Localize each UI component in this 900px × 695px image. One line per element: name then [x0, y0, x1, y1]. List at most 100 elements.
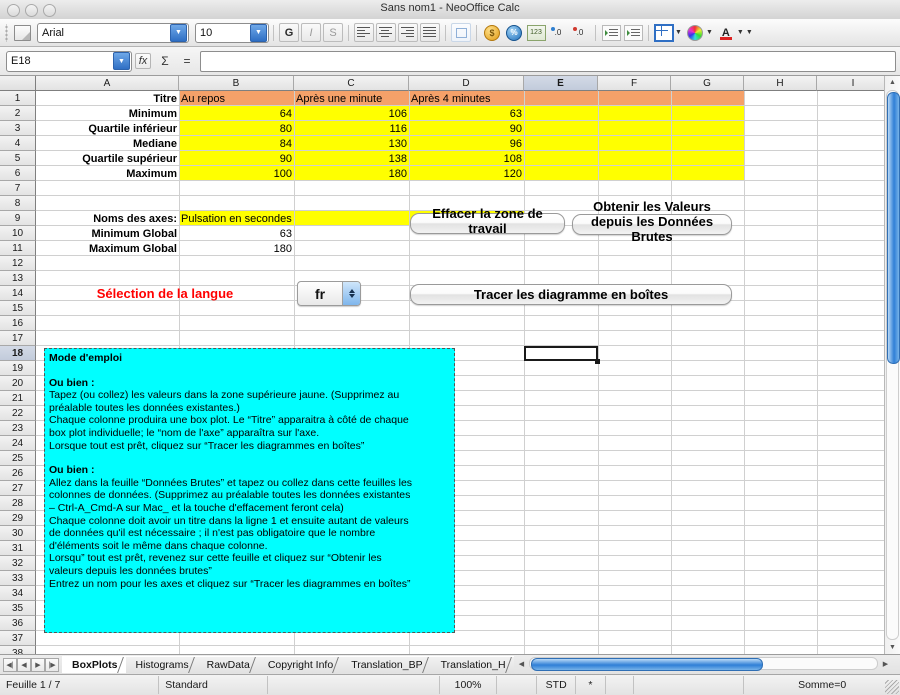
- column-header-g[interactable]: G: [671, 76, 744, 91]
- align-right-button[interactable]: [398, 23, 418, 42]
- row-header-19[interactable]: 19: [0, 361, 36, 376]
- vscroll-thumb[interactable]: [887, 92, 900, 364]
- row-header-2[interactable]: 2: [0, 106, 36, 121]
- italic-button[interactable]: I: [301, 23, 321, 42]
- sheet-tab-translation-h[interactable]: Translation_H: [431, 656, 514, 673]
- font-color-button[interactable]: A: [716, 23, 736, 42]
- column-header-c[interactable]: C: [294, 76, 409, 91]
- sheet-tab-rawdata[interactable]: RawData: [197, 656, 258, 673]
- cell-A4[interactable]: Mediane: [36, 136, 179, 151]
- row-header-8[interactable]: 8: [0, 196, 36, 211]
- row-header-3[interactable]: 3: [0, 121, 36, 136]
- row-header-6[interactable]: 6: [0, 166, 36, 181]
- row-header-31[interactable]: 31: [0, 541, 36, 556]
- column-header-i[interactable]: I: [817, 76, 890, 91]
- status-selection-mode[interactable]: *: [576, 676, 605, 694]
- sheet-tab-histograms[interactable]: Histograms: [126, 656, 197, 673]
- stepper-icon[interactable]: [342, 282, 360, 305]
- sheet-tab-translation-bp[interactable]: Translation_BP: [341, 656, 430, 673]
- row-header-35[interactable]: 35: [0, 601, 36, 616]
- row-header-30[interactable]: 30: [0, 526, 36, 541]
- chevron-down-icon[interactable]: ▼: [737, 29, 744, 36]
- column-header-f[interactable]: F: [598, 76, 671, 91]
- font-name-select[interactable]: Arial ▼: [37, 23, 189, 43]
- font-size-select[interactable]: 10 ▼: [195, 23, 269, 43]
- row-header-12[interactable]: 12: [0, 256, 36, 271]
- equals-icon[interactable]: =: [176, 51, 198, 71]
- resize-grip[interactable]: [885, 680, 899, 694]
- next-sheet-icon[interactable]: ▶: [31, 658, 45, 672]
- row-header-37[interactable]: 37: [0, 631, 36, 646]
- row-header-5[interactable]: 5: [0, 151, 36, 166]
- scroll-up-icon[interactable]: ▲: [885, 76, 900, 89]
- cell-B5[interactable]: 90: [179, 151, 294, 166]
- cell-D5[interactable]: 108: [409, 151, 524, 166]
- fill-handle[interactable]: [595, 359, 600, 364]
- cell-A14[interactable]: Sélection de la langue: [36, 286, 294, 301]
- row-header-1[interactable]: 1: [0, 91, 36, 106]
- scroll-down-icon[interactable]: ▼: [885, 641, 900, 654]
- cell-B3[interactable]: 80: [179, 121, 294, 136]
- cell-A2[interactable]: Minimum: [36, 106, 179, 121]
- first-sheet-icon[interactable]: ◀|: [3, 658, 17, 672]
- row-header-28[interactable]: 28: [0, 496, 36, 511]
- chevron-down-icon[interactable]: ▼: [250, 24, 267, 42]
- column-header-h[interactable]: H: [744, 76, 817, 91]
- row-header-21[interactable]: 21: [0, 391, 36, 406]
- cell-C4[interactable]: 130: [294, 136, 409, 151]
- active-cell-E18[interactable]: [524, 346, 598, 361]
- merge-cells-button[interactable]: [451, 23, 471, 42]
- cell-B1[interactable]: Au repos: [179, 91, 294, 106]
- row-header-9[interactable]: 9: [0, 211, 36, 226]
- cell-B9[interactable]: Pulsation en secondes: [179, 211, 294, 226]
- row-header-33[interactable]: 33: [0, 571, 36, 586]
- sheet-nav-buttons[interactable]: ◀| ◀ ▶ |▶: [3, 658, 59, 672]
- function-wizard-icon[interactable]: fx: [132, 51, 154, 71]
- hscroll-thumb[interactable]: [531, 658, 763, 671]
- chevron-down-icon[interactable]: ▼: [170, 24, 187, 42]
- row-header-26[interactable]: 26: [0, 466, 36, 481]
- row-header-17[interactable]: 17: [0, 331, 36, 346]
- status-zoom[interactable]: 100%: [440, 676, 497, 694]
- underline-button[interactable]: S: [323, 23, 343, 42]
- chevron-down-icon[interactable]: ▼: [113, 52, 130, 70]
- row-header-4[interactable]: 4: [0, 136, 36, 151]
- cell-D2[interactable]: 63: [409, 106, 524, 121]
- row-header-7[interactable]: 7: [0, 181, 36, 196]
- document-icon[interactable]: [12, 23, 32, 42]
- align-left-button[interactable]: [354, 23, 374, 42]
- cell-A11[interactable]: Maximum Global: [36, 241, 179, 256]
- cell-D3[interactable]: 90: [409, 121, 524, 136]
- cell-C2[interactable]: 106: [294, 106, 409, 121]
- scroll-right-icon[interactable]: ▶: [879, 657, 892, 670]
- chevron-down-icon[interactable]: ▼: [706, 29, 713, 36]
- row-header-23[interactable]: 23: [0, 421, 36, 436]
- row-header-15[interactable]: 15: [0, 301, 36, 316]
- name-box[interactable]: E18 ▼: [6, 51, 132, 72]
- cell-A3[interactable]: Quartile inférieur: [36, 121, 179, 136]
- sum-icon[interactable]: Σ: [154, 51, 176, 71]
- cell-C3[interactable]: 116: [294, 121, 409, 136]
- toolbar-overflow-icon[interactable]: ▼: [746, 29, 753, 36]
- row-header-38[interactable]: 38: [0, 646, 36, 654]
- column-header-e[interactable]: E: [524, 76, 598, 91]
- row-header-11[interactable]: 11: [0, 241, 36, 256]
- bold-button[interactable]: G: [279, 23, 299, 42]
- cell-A6[interactable]: Maximum: [36, 166, 179, 181]
- cell-B11[interactable]: 180: [179, 241, 294, 256]
- row-header-24[interactable]: 24: [0, 436, 36, 451]
- row-header-27[interactable]: 27: [0, 481, 36, 496]
- cell-A9[interactable]: Noms des axes:: [36, 211, 179, 226]
- cell-A10[interactable]: Minimum Global: [36, 226, 179, 241]
- cell-D1[interactable]: Après 4 minutes: [409, 91, 524, 106]
- decrease-indent-button[interactable]: [601, 23, 621, 42]
- column-header-d[interactable]: D: [409, 76, 524, 91]
- status-insert-mode[interactable]: STD: [537, 676, 576, 694]
- row-header-34[interactable]: 34: [0, 586, 36, 601]
- cell-D6[interactable]: 120: [409, 166, 524, 181]
- currency-format-button[interactable]: $: [482, 23, 502, 42]
- cell-C1[interactable]: Après une minute: [294, 91, 409, 106]
- toolbar-grip[interactable]: [2, 24, 11, 42]
- row-header-25[interactable]: 25: [0, 451, 36, 466]
- delete-decimal-button[interactable]: .0: [570, 23, 590, 42]
